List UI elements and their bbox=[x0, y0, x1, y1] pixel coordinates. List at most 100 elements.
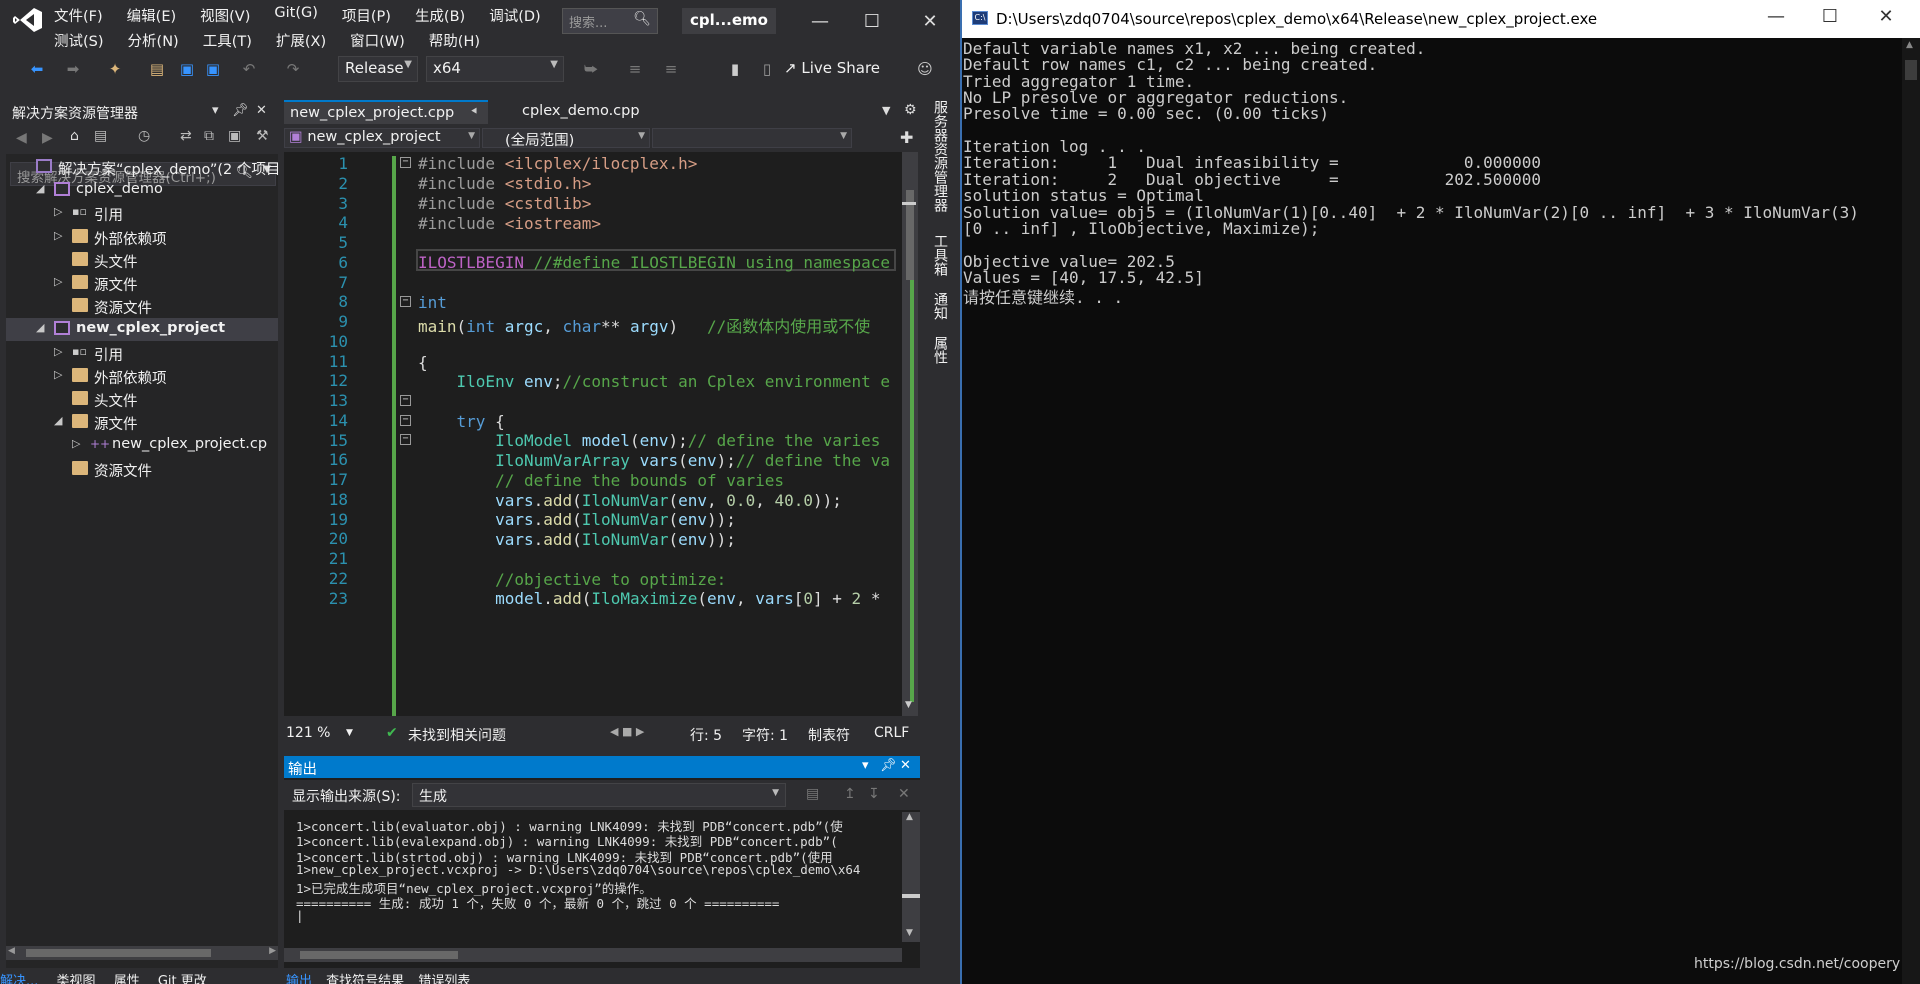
redo-icon[interactable]: ↷ bbox=[284, 60, 302, 78]
tree-item[interactable]: ◢ cplex_demo bbox=[6, 179, 278, 202]
line-ending-indicator[interactable]: CRLF bbox=[874, 725, 909, 741]
tree-item[interactable]: ▷ 外部依赖项 bbox=[6, 226, 278, 249]
comment-icon[interactable]: ≡ bbox=[626, 60, 644, 78]
fold-toggle-icon[interactable]: − bbox=[400, 415, 411, 426]
maximize-icon[interactable]: ☐ bbox=[1810, 6, 1850, 27]
save-icon[interactable]: ▣ bbox=[178, 60, 196, 78]
tree-item[interactable]: ▷ ▪▫ 引用 bbox=[6, 202, 278, 225]
scroll-thumb[interactable] bbox=[26, 949, 211, 957]
menu-view[interactable]: 视图(V) bbox=[200, 2, 260, 25]
prev-message-icon[interactable]: ↥ bbox=[844, 786, 856, 802]
open-file-icon[interactable]: ▤ bbox=[148, 60, 166, 78]
member-dropdown[interactable]: ▼ bbox=[652, 128, 852, 148]
tree-item[interactable]: ▷ ▪▫ 引用 bbox=[6, 342, 278, 365]
fold-toggle-icon[interactable]: − bbox=[400, 395, 411, 406]
bookmark-icon[interactable]: ▮ bbox=[726, 60, 744, 78]
menu-extensions[interactable]: 扩展(X) bbox=[276, 27, 336, 50]
pin-icon[interactable]: 📌︎ bbox=[880, 758, 897, 773]
tabs-mode-indicator[interactable]: 制表符 bbox=[808, 725, 850, 745]
collapse-arrow-icon[interactable]: ◢ bbox=[36, 321, 44, 334]
tree-item[interactable]: ◢ 源文件 bbox=[6, 411, 278, 434]
live-share-button[interactable]: ↗ Live Share bbox=[784, 59, 880, 77]
zoom-level[interactable]: 121 % bbox=[286, 725, 330, 741]
maximize-icon[interactable]: ☐ bbox=[852, 4, 892, 40]
expand-arrow-icon[interactable]: ▷ bbox=[54, 368, 62, 381]
tree-item[interactable]: 资源文件 bbox=[6, 295, 278, 318]
scroll-up-icon[interactable]: ▲ bbox=[1906, 40, 1913, 50]
menu-project[interactable]: 项目(P) bbox=[342, 2, 401, 25]
tree-item[interactable]: ▷ 外部依赖项 bbox=[6, 365, 278, 388]
toolbox-tab[interactable]: 工具箱 bbox=[930, 234, 950, 276]
clear-all-icon[interactable]: ✕ bbox=[898, 786, 910, 802]
tab-find-symbol-results[interactable]: 查找符号结果 bbox=[326, 974, 404, 984]
menu-tools[interactable]: 工具(T) bbox=[203, 27, 262, 50]
scroll-down-icon[interactable]: ▼ bbox=[905, 700, 912, 710]
show-all-files-icon[interactable]: ▣ bbox=[228, 128, 241, 144]
forward-icon[interactable]: ▶ bbox=[42, 130, 53, 146]
minimize-icon[interactable]: — bbox=[800, 4, 840, 40]
close-icon[interactable]: ✕ bbox=[910, 4, 950, 40]
close-icon[interactable]: ✕ bbox=[1866, 6, 1906, 27]
console-vertical-scrollbar[interactable]: ▲ bbox=[1902, 38, 1920, 984]
tab-list-dropdown-icon[interactable]: ▼ bbox=[882, 104, 890, 117]
expand-arrow-icon[interactable]: ▷ bbox=[54, 205, 62, 218]
undo-icon[interactable]: ↶ bbox=[240, 60, 258, 78]
tab-solution-explorer[interactable]: 解决... bbox=[0, 974, 38, 984]
scroll-up-icon[interactable]: ▲ bbox=[906, 812, 913, 822]
project-dropdown[interactable]: ▣ new_cplex_project ▼ bbox=[284, 128, 480, 148]
menu-edit[interactable]: 编辑(E) bbox=[127, 2, 186, 25]
close-panel-icon[interactable]: ✕ bbox=[256, 103, 267, 118]
new-project-icon[interactable]: ✦ bbox=[106, 60, 124, 78]
next-message-icon[interactable]: ↧ bbox=[868, 786, 880, 802]
vs-search-box[interactable]: 搜索... 🔍︎ bbox=[562, 8, 658, 34]
menu-test[interactable]: 测试(S) bbox=[54, 27, 114, 50]
console-output[interactable]: Default variable names x1, x2 ... being … bbox=[962, 38, 1902, 984]
properties-icon[interactable]: ⚒ bbox=[256, 128, 269, 144]
collapse-arrow-icon[interactable]: ◢ bbox=[54, 414, 62, 427]
tree-item[interactable]: 头文件 bbox=[6, 249, 278, 272]
solution-explorer-hscroll[interactable]: ◀ ▶ bbox=[6, 946, 278, 960]
menu-build[interactable]: 生成(B) bbox=[415, 2, 475, 25]
output-source-dropdown[interactable]: 生成 ▼ bbox=[412, 783, 786, 807]
bookmark-list-icon[interactable]: ▯ bbox=[758, 60, 776, 78]
tree-item[interactable]: 资源文件 bbox=[6, 458, 278, 481]
code-vertical-scrollbar[interactable]: ▼ bbox=[902, 152, 918, 716]
forward-icon[interactable]: ➡ bbox=[64, 60, 82, 78]
menu-help[interactable]: 帮助(H) bbox=[429, 27, 490, 50]
tree-item[interactable]: 头文件 bbox=[6, 388, 278, 411]
dropdown-icon[interactable]: ▾ bbox=[212, 103, 219, 118]
menu-debug[interactable]: 调试(D) bbox=[489, 2, 550, 25]
fold-toggle-icon[interactable]: − bbox=[400, 296, 411, 307]
pin-icon[interactable]: ⯇ bbox=[470, 105, 479, 119]
collapse-all-icon[interactable]: ⧉ bbox=[204, 128, 214, 144]
uncomment-icon[interactable]: ≡ bbox=[662, 60, 680, 78]
feedback-icon[interactable]: ☺ bbox=[916, 60, 934, 78]
notifications-tab[interactable]: 通知 bbox=[930, 292, 950, 320]
tree-item[interactable]: ▷ ++ new_cplex_project.cp bbox=[6, 434, 278, 457]
attach-icon[interactable]: ⮩ bbox=[582, 60, 600, 78]
tree-item[interactable]: ◢ new_cplex_project bbox=[6, 318, 278, 342]
find-message-icon[interactable]: ▤ bbox=[806, 786, 819, 802]
tab-git-changes[interactable]: Git 更改 bbox=[158, 974, 207, 984]
sync-icon[interactable]: ⇄ bbox=[180, 128, 192, 144]
tab-class-view[interactable]: 类视图 bbox=[57, 974, 96, 984]
issues-status[interactable]: 未找到相关问题 bbox=[408, 725, 506, 745]
pin-icon[interactable]: 📌︎ bbox=[232, 103, 249, 118]
switch-views-icon[interactable]: ▤ bbox=[94, 128, 107, 144]
settings-gear-icon[interactable]: ⚙ bbox=[904, 102, 917, 118]
scroll-left-icon[interactable]: ◀ bbox=[8, 946, 15, 956]
menu-analyze[interactable]: 分析(N) bbox=[128, 27, 189, 50]
scroll-right-icon[interactable]: ▶ bbox=[269, 946, 276, 956]
expand-arrow-icon[interactable]: ▷ bbox=[54, 345, 62, 358]
scroll-down-icon[interactable]: ▼ bbox=[906, 928, 913, 938]
pending-changes-icon[interactable]: ◷ bbox=[138, 128, 150, 144]
scope-dropdown[interactable]: (全局范围) ▼ bbox=[482, 128, 650, 149]
fold-toggle-icon[interactable]: − bbox=[400, 157, 411, 168]
tree-item[interactable]: 解决方案“cplex_demo”(2 个项目 bbox=[6, 156, 280, 179]
menu-file[interactable]: 文件(F) bbox=[54, 2, 113, 25]
properties-tab[interactable]: 属性 bbox=[930, 336, 950, 364]
platform-dropdown[interactable]: x64 ▼ bbox=[426, 56, 564, 82]
chevron-down-icon[interactable]: ▼ bbox=[346, 728, 353, 738]
output-horizontal-scrollbar[interactable] bbox=[284, 948, 902, 962]
tree-item[interactable]: ▷ 源文件 bbox=[6, 272, 278, 295]
